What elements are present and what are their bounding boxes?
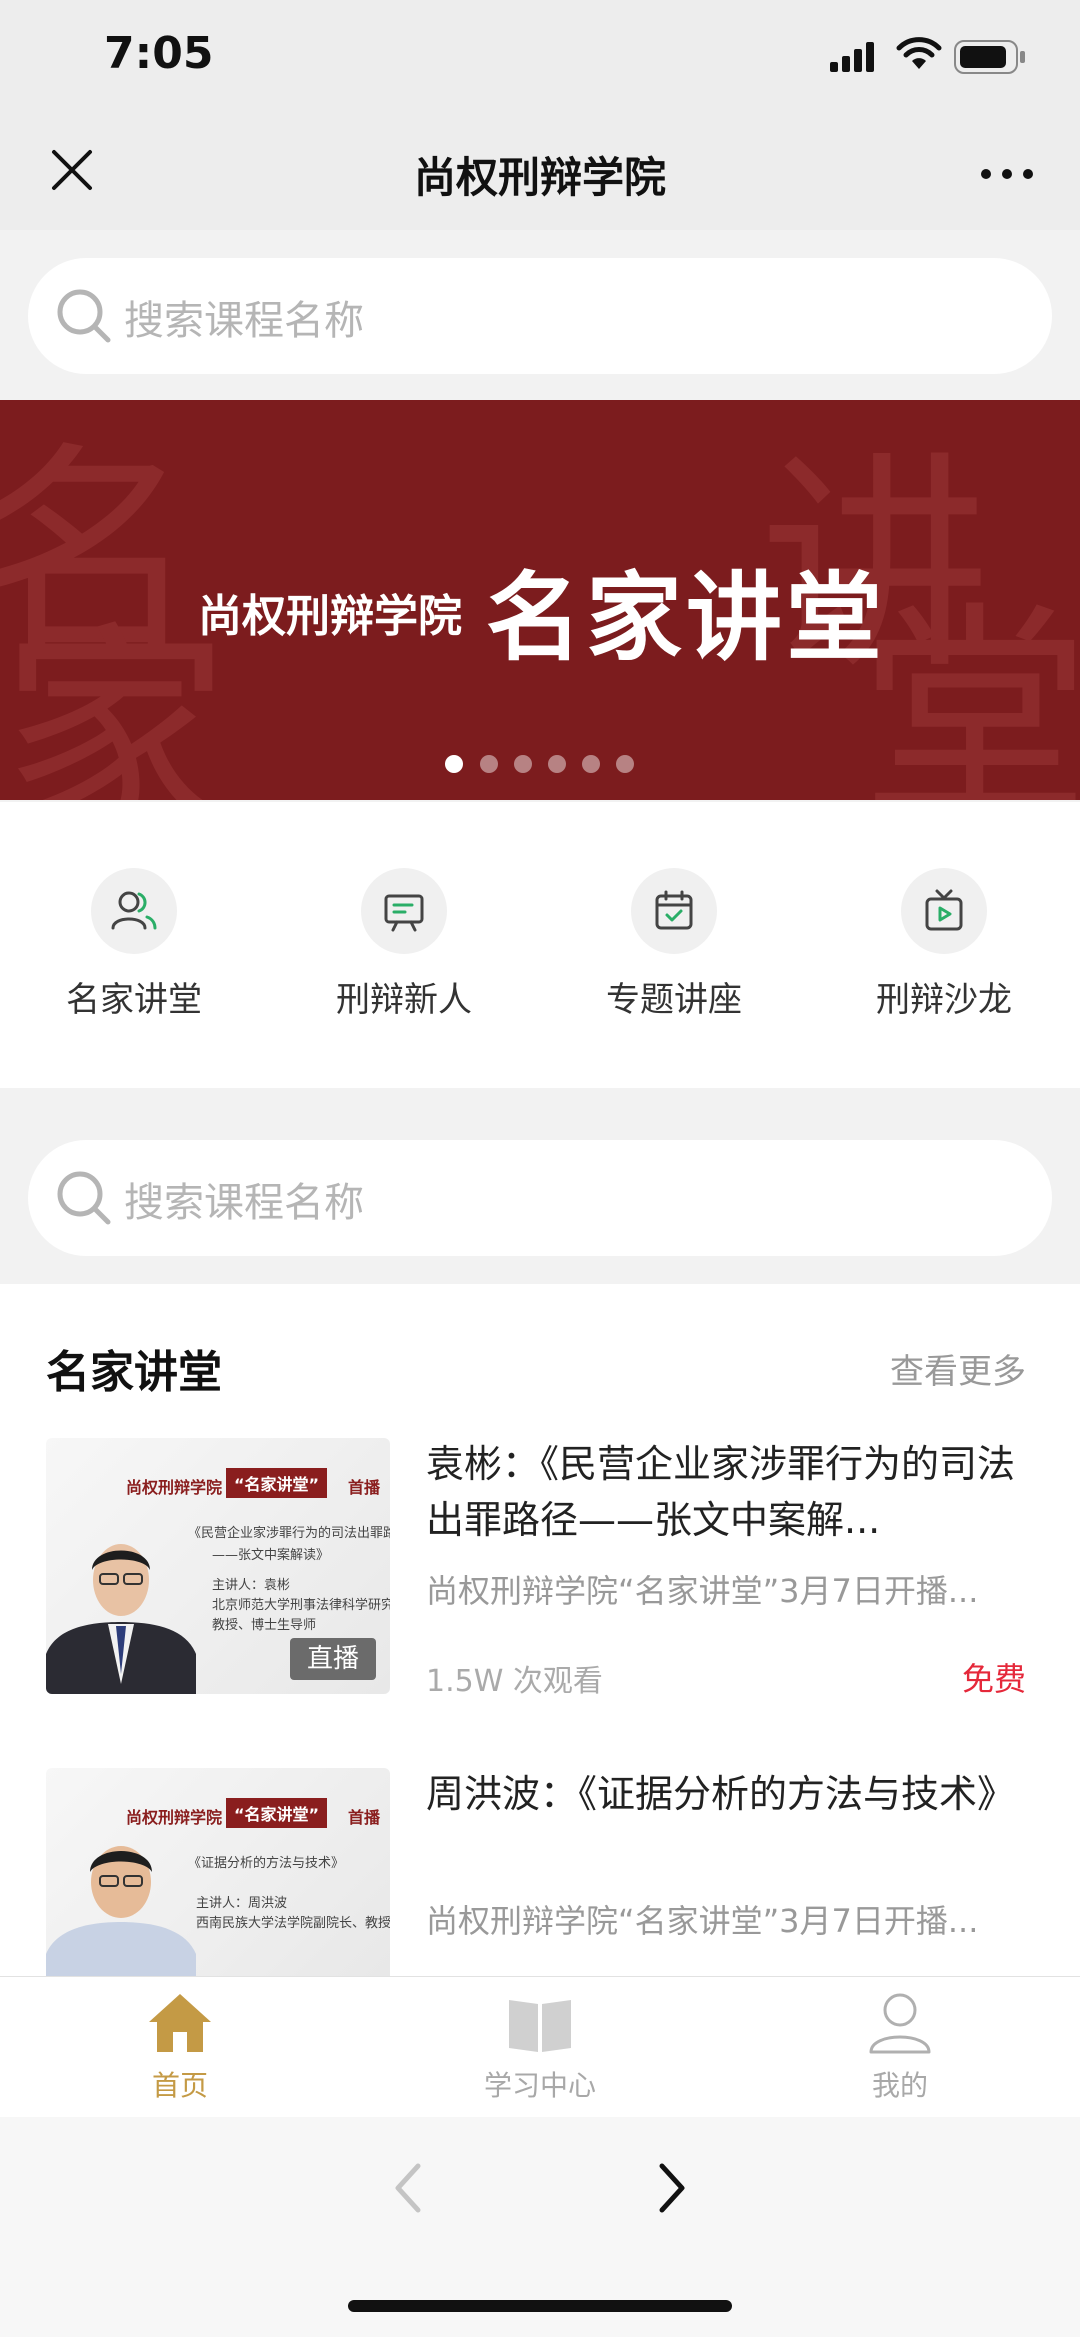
course-description: 尚权刑辩学院“名家讲堂”3月7日开播... (426, 1902, 979, 1940)
carousel-dot[interactable] (514, 755, 532, 773)
tab-label: 首页 (151, 2069, 208, 2102)
category-label: 专题讲座 (606, 980, 742, 1020)
course-title[interactable]: 周洪波：《证据分析的方法与技术》 (426, 1766, 1042, 1822)
thumb-line: 教授、博士生导师 (212, 1618, 317, 1633)
category-label: 刑辩沙龙 (876, 980, 1012, 1020)
banner-bg-char: 堂 (860, 584, 1080, 800)
presentation-icon (361, 868, 447, 954)
forward-arrow-icon[interactable] (654, 2160, 690, 2216)
status-time: 7:05 (104, 28, 214, 79)
thumb-header-highlight: “名家讲堂” (226, 1468, 328, 1498)
users-icon (91, 868, 177, 954)
tab-label: 我的 (871, 2069, 928, 2102)
carousel-dot[interactable] (582, 755, 600, 773)
category-item-salon[interactable]: 刑辩沙龙 (844, 868, 1044, 1021)
banner-subtitle: 尚权刑辩学院 (198, 591, 462, 642)
thumb-header: 尚权刑辩学院 (126, 1808, 223, 1827)
search-placeholder: 搜索课程名称 (124, 1180, 364, 1226)
view-more-link[interactable]: 查看更多 (890, 1344, 1026, 1393)
category-item-newcomers[interactable]: 刑辩新人 (304, 868, 504, 1021)
carousel-dot[interactable] (480, 755, 498, 773)
home-indicator (348, 2300, 732, 2312)
person-icon (869, 1993, 931, 2054)
course-thumbnail[interactable]: 尚权刑辩学院 “名家讲堂” 首播 《证据分析的方法与技术》 主讲人：周洪波 西南… (46, 1768, 390, 1976)
home-icon (149, 1994, 211, 2052)
thumb-line: 《证据分析的方法与技术》 (188, 1856, 345, 1871)
thumb-header-tail: 首播 (348, 1808, 381, 1827)
speaker-photo (46, 1846, 196, 1976)
thumb-line: 西南民族大学法学院副院长、教授 (196, 1916, 390, 1931)
course-price: 免费 (962, 1660, 1027, 1698)
signal-icon (830, 42, 874, 72)
category-item-topic-lectures[interactable]: 专题讲座 (574, 868, 774, 1021)
live-badge: 直播 (290, 1638, 376, 1680)
thumb-line: 北京师范大学刑事法律科学研究院 (212, 1598, 390, 1613)
carousel-dot[interactable] (548, 755, 566, 773)
tab-mine[interactable]: 我的 (780, 1990, 1020, 2104)
search-icon (57, 1171, 111, 1225)
thumb-line: ——张文中案解读》 (212, 1548, 330, 1563)
thumb-line: 《民营企业家涉罪行为的司法出罪路径 (188, 1526, 390, 1541)
search-placeholder: 搜索课程名称 (124, 298, 364, 344)
course-description: 尚权刑辩学院“名家讲堂”3月7日开播... (426, 1572, 979, 1610)
page-title: 尚权刑辩学院 (413, 153, 666, 202)
search-input[interactable]: 搜索课程名称 (28, 258, 1052, 374)
tab-label: 学习中心 (483, 2069, 596, 2102)
banner-title: 名家讲堂 (486, 562, 886, 674)
course-title[interactable]: 袁彬：《民营企业家涉罪行为的司法出罪路径——张文中案解... (426, 1436, 1042, 1548)
back-arrow-icon[interactable] (390, 2160, 426, 2216)
more-icon[interactable] (980, 168, 1034, 180)
category-label: 刑辩新人 (336, 980, 472, 1020)
speaker-photo (46, 1544, 196, 1694)
course-thumbnail[interactable]: 尚权刑辩学院 “名家讲堂” 首播 《民营企业家涉罪行为的司法出罪路径 ——张文中… (46, 1438, 390, 1694)
thumb-header: 尚权刑辩学院 (126, 1478, 223, 1497)
course-views: 1.5W 次观看 (426, 1664, 603, 1699)
book-icon (509, 2000, 571, 2052)
thumb-header-highlight: “名家讲堂” (226, 1798, 328, 1828)
battery-icon (954, 40, 1025, 74)
tab-home[interactable]: 首页 (60, 1990, 300, 2104)
thumb-line: 主讲人：周洪波 (196, 1896, 288, 1911)
carousel-dot[interactable] (616, 755, 634, 773)
banner-bg-char: 家 (0, 604, 231, 800)
category-label: 名家讲堂 (66, 980, 202, 1020)
search-icon (57, 289, 111, 343)
section-title: 名家讲堂 (46, 1347, 222, 1398)
thumb-header-tail: 首播 (348, 1478, 381, 1497)
wifi-icon (896, 37, 942, 69)
tab-learning-center[interactable]: 学习中心 (420, 1990, 660, 2104)
calendar-check-icon (631, 868, 717, 954)
thumb-line: 主讲人：袁彬 (212, 1578, 291, 1593)
category-item-famous-lectures[interactable]: 名家讲堂 (34, 868, 234, 1021)
tv-play-icon (901, 868, 987, 954)
carousel-dot-active[interactable] (445, 755, 463, 773)
search-input[interactable]: 搜索课程名称 (28, 1140, 1052, 1256)
